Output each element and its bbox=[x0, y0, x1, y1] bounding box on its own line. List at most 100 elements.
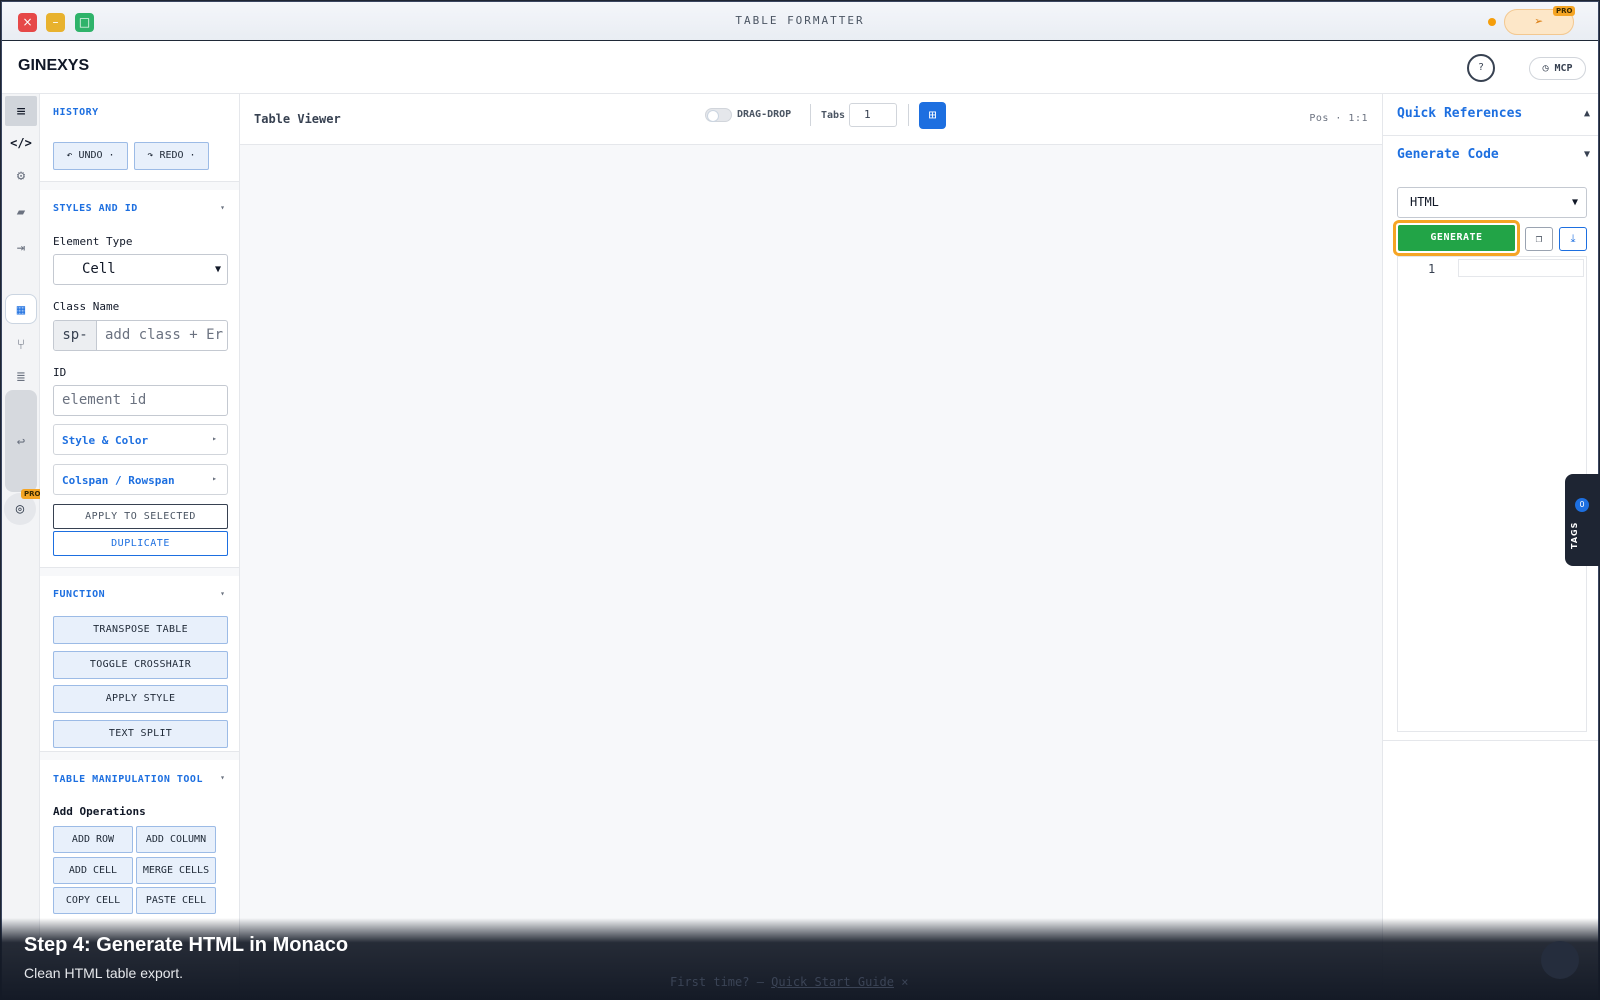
quick-start-link[interactable]: Quick Start Guide bbox=[771, 975, 894, 989]
text-split-button[interactable]: TEXT SPLIT bbox=[53, 720, 228, 748]
id-input[interactable]: element id bbox=[53, 385, 228, 416]
chevron-down-icon[interactable]: ▼ bbox=[1584, 149, 1590, 160]
colspan-rowspan-toggle[interactable]: Colspan / Rowspan ▸ bbox=[53, 464, 228, 495]
folder-icon[interactable]: ▰ bbox=[5, 197, 37, 227]
app-window: × – □ TABLE FORMATTER ➢ PRO GINEXYS ? ◷ … bbox=[1, 1, 1599, 999]
paste-cell-button[interactable]: PASTE CELL bbox=[136, 887, 216, 914]
tags-tab[interactable]: 0 TAGS bbox=[1565, 474, 1600, 566]
apply-style-button[interactable]: APPLY STYLE bbox=[53, 685, 228, 713]
import-icon[interactable]: ⇥ bbox=[5, 233, 37, 263]
download-icon[interactable]: ⤓ bbox=[1559, 227, 1587, 251]
function-title: FUNCTION bbox=[53, 589, 106, 600]
class-placeholder: add class + Er bbox=[105, 327, 224, 343]
hint-prefix: First time? — bbox=[670, 975, 772, 989]
copy-cell-button[interactable]: COPY CELL bbox=[53, 887, 133, 914]
class-name-label: Class Name bbox=[53, 300, 120, 313]
tabs-label: Tabs bbox=[821, 110, 846, 121]
class-prefix: sp- bbox=[54, 321, 97, 350]
element-type-select[interactable]: Cell ▼ bbox=[53, 254, 228, 285]
properties-panel: HISTORY ↶ UNDO · ↷ REDO · STYLES AND ID … bbox=[40, 94, 240, 998]
icon-rail: ≡ </> ⚙ ▰ ⇥ ▦ ⑂ ≣ ↩ ◎ PRO bbox=[2, 94, 44, 998]
tutorial-step-title: Step 4: Generate HTML in Monaco bbox=[24, 934, 349, 956]
current-line bbox=[1458, 259, 1584, 277]
chevron-up-icon[interactable]: ▲ bbox=[1584, 108, 1590, 119]
viewer-toolbar: Table Viewer DRAG-DROP Tabs 1 ⊞ Pos · 1:… bbox=[240, 94, 1382, 145]
help-button[interactable]: ? bbox=[1467, 54, 1495, 82]
styles-title: STYLES AND ID bbox=[53, 203, 138, 214]
add-row-button[interactable]: ADD ROW bbox=[53, 826, 133, 853]
mcp-label: MCP bbox=[1554, 63, 1573, 74]
table-view-icon[interactable]: ▦ bbox=[5, 294, 37, 324]
app-header: GINEXYS ? ◷ MCP bbox=[2, 42, 1598, 94]
tutorial-step-subtitle: Clean HTML table export. bbox=[24, 965, 183, 981]
tags-count-badge: 0 bbox=[1575, 498, 1589, 512]
position-indicator: Pos · 1:1 bbox=[1309, 113, 1368, 124]
title-bar: × – □ TABLE FORMATTER ➢ PRO bbox=[2, 2, 1598, 41]
style-color-toggle[interactable]: Style & Color ▸ bbox=[53, 424, 228, 455]
caret-right-icon: ▸ bbox=[212, 474, 217, 483]
tabs-input[interactable]: 1 bbox=[849, 103, 897, 127]
generate-highlight: GENERATE bbox=[1393, 220, 1520, 256]
caret-right-icon: ▸ bbox=[212, 434, 217, 443]
undo-button[interactable]: ↶ UNDO · bbox=[53, 142, 128, 170]
table-tool-title: TABLE MANIPULATION TOOL bbox=[53, 774, 203, 785]
duplicate-button[interactable]: DUPLICATE bbox=[53, 531, 228, 556]
new-file-icon[interactable]: ⊞ bbox=[919, 102, 946, 129]
language-value: HTML bbox=[1410, 195, 1439, 209]
element-type-value: Cell bbox=[82, 261, 116, 277]
style-color-label: Style & Color bbox=[62, 434, 149, 447]
divider bbox=[908, 104, 909, 126]
floating-action-button[interactable] bbox=[1541, 941, 1579, 979]
copy-icon[interactable]: ❐ bbox=[1525, 227, 1553, 251]
function-section: FUNCTION ▾ TRANSPOSE TABLE TOGGLE CROSSH… bbox=[40, 576, 239, 752]
chevron-down-icon: ▼ bbox=[214, 264, 221, 275]
database-view-icon[interactable]: ≣ bbox=[5, 362, 37, 392]
add-operations-label: Add Operations bbox=[53, 805, 146, 818]
add-cell-button[interactable]: ADD CELL bbox=[53, 857, 133, 884]
toggle-crosshair-button[interactable]: TOGGLE CROSSHAIR bbox=[53, 651, 228, 679]
clock-icon: ◷ bbox=[1542, 63, 1549, 74]
table-tool-caret-icon[interactable]: ▾ bbox=[220, 773, 225, 782]
generate-button[interactable]: GENERATE bbox=[1398, 225, 1515, 251]
quick-start-hint: First time? — Quick Start Guide × bbox=[670, 975, 908, 989]
divider bbox=[810, 104, 811, 126]
merge-cells-button[interactable]: MERGE CELLS bbox=[136, 857, 216, 884]
undo-arrow-icon[interactable]: ↩ bbox=[5, 427, 37, 457]
viewer-title: Table Viewer bbox=[254, 112, 341, 126]
window-title: TABLE FORMATTER bbox=[735, 14, 865, 27]
pro-badge: PRO bbox=[1553, 6, 1576, 16]
id-placeholder: element id bbox=[62, 392, 147, 408]
app-logo: GINEXYS bbox=[18, 57, 90, 74]
quick-references-toggle[interactable]: Quick References bbox=[1397, 106, 1522, 121]
generate-code-toggle[interactable]: Generate Code bbox=[1397, 147, 1499, 162]
transpose-table-button[interactable]: TRANSPOSE TABLE bbox=[53, 616, 228, 644]
history-section: HISTORY ↶ UNDO · ↷ REDO · bbox=[40, 94, 239, 182]
table-viewer[interactable]: Table Viewer DRAG-DROP Tabs 1 ⊞ Pos · 1:… bbox=[240, 94, 1382, 998]
hint-close-icon[interactable]: × bbox=[901, 975, 908, 989]
drag-drop-toggle[interactable] bbox=[705, 108, 732, 122]
history-title: HISTORY bbox=[53, 107, 99, 118]
code-editor[interactable]: 1 bbox=[1397, 256, 1587, 732]
drag-drop-label: DRAG-DROP bbox=[737, 109, 792, 120]
styles-caret-icon[interactable]: ▾ bbox=[220, 203, 225, 212]
language-select[interactable]: HTML ▼ bbox=[1397, 187, 1587, 218]
function-caret-icon[interactable]: ▾ bbox=[220, 589, 225, 598]
mcp-button[interactable]: ◷ MCP bbox=[1529, 57, 1586, 80]
tags-label: TAGS bbox=[1570, 521, 1579, 549]
code-icon[interactable]: </> bbox=[5, 128, 37, 158]
diagram-view-icon[interactable]: ⑂ bbox=[5, 330, 37, 360]
menu-icon[interactable]: ≡ bbox=[5, 96, 37, 126]
divider bbox=[1383, 135, 1598, 136]
send-icon: ➢ bbox=[1534, 14, 1544, 30]
styles-section: STYLES AND ID ▾ Element Type Cell ▼ Clas… bbox=[40, 190, 239, 568]
chevron-down-icon: ▼ bbox=[1571, 197, 1578, 208]
redo-button[interactable]: ↷ REDO · bbox=[134, 142, 209, 170]
class-name-input[interactable]: sp- add class + Er bbox=[53, 320, 228, 351]
element-type-label: Element Type bbox=[53, 235, 133, 248]
apply-to-selected-button[interactable]: APPLY TO SELECTED bbox=[53, 504, 228, 529]
divider bbox=[1383, 740, 1598, 741]
gear-icon[interactable]: ⚙ bbox=[5, 161, 37, 191]
add-column-button[interactable]: ADD COLUMN bbox=[136, 826, 216, 853]
line-number: 1 bbox=[1428, 262, 1436, 276]
id-label: ID bbox=[53, 366, 67, 379]
